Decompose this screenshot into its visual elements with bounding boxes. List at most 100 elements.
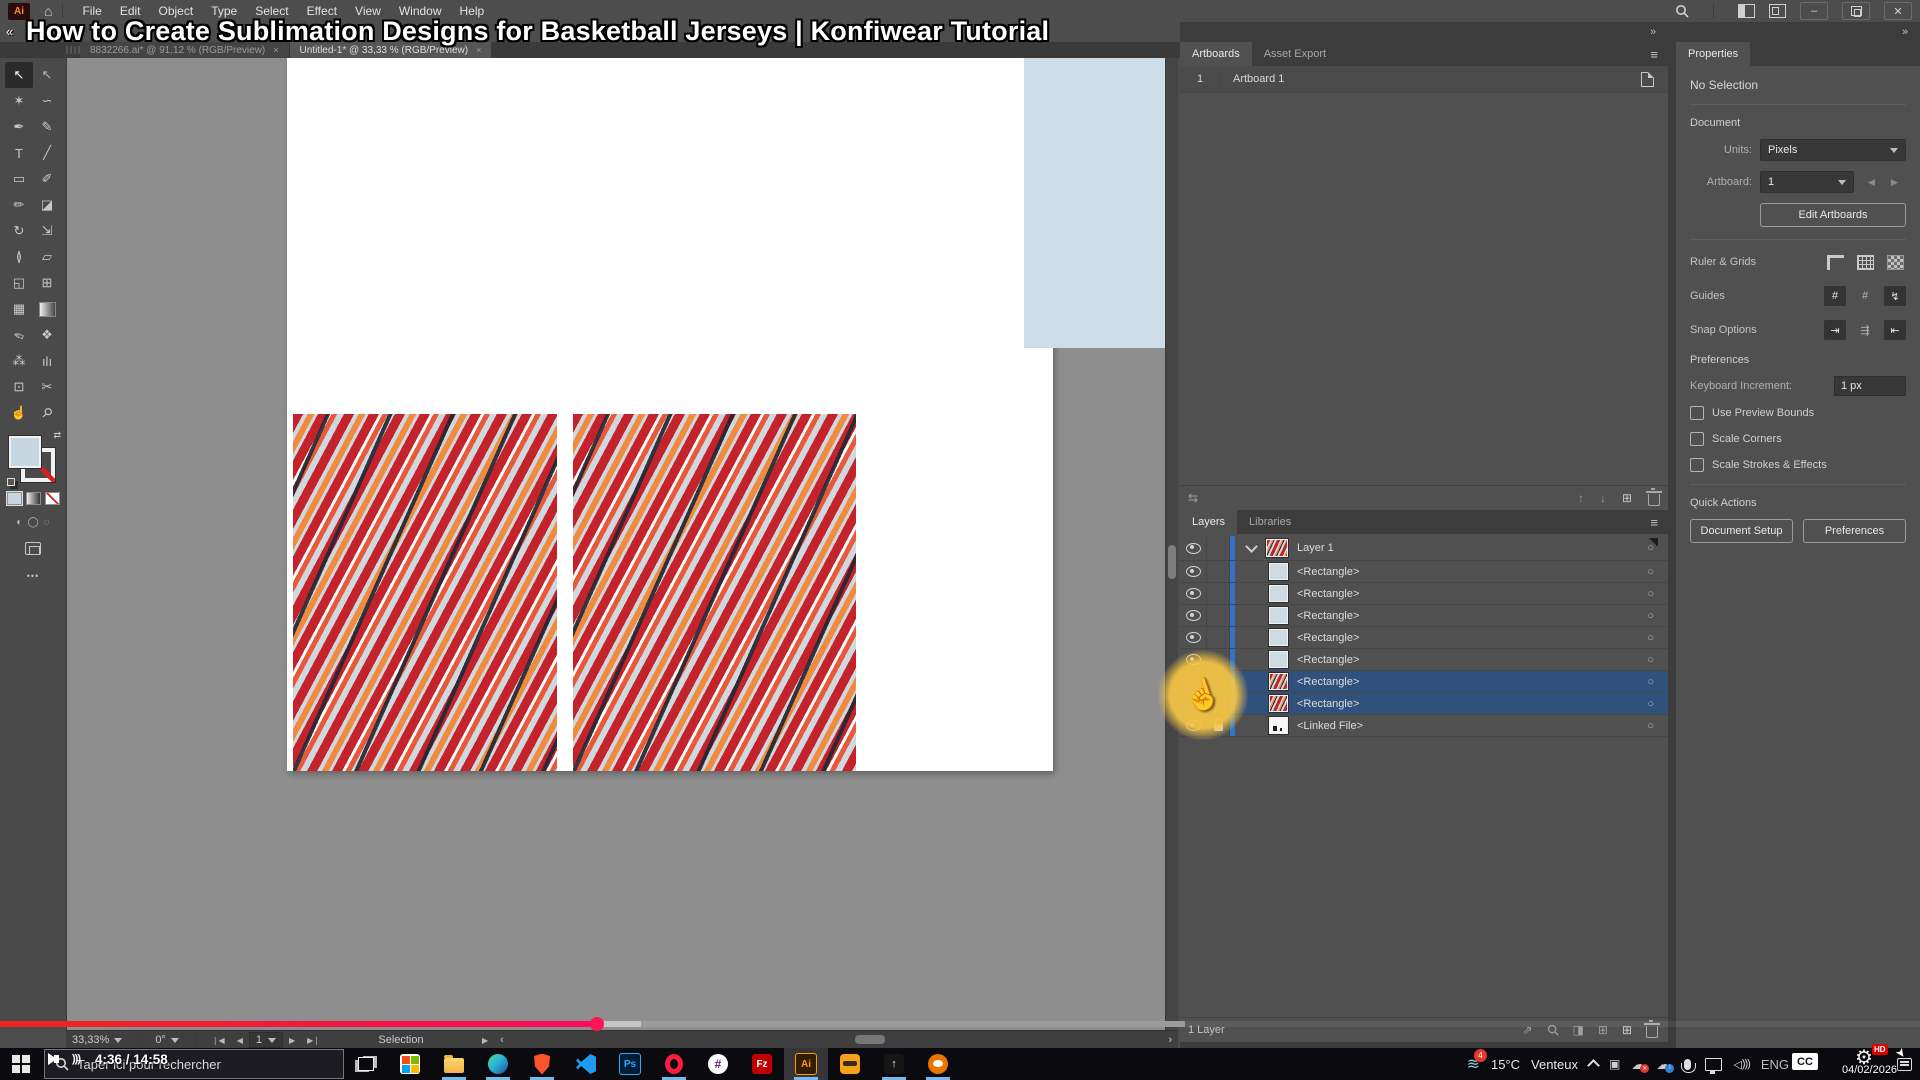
video-captions-button[interactable]: CC — [1792, 1053, 1818, 1070]
layer-row[interactable]: <Rectangle> ○ — [1180, 583, 1668, 605]
rearrange-artboards-icon[interactable]: ⇆ — [1188, 491, 1198, 505]
checkbox-icon[interactable] — [1690, 406, 1704, 420]
lock-toggle[interactable] — [1207, 561, 1230, 582]
target-circle-icon[interactable]: ○ — [1647, 588, 1654, 600]
layer-name[interactable]: <Rectangle> — [1297, 588, 1359, 600]
magic-wand-tool[interactable]: ✶ — [5, 88, 33, 114]
search-icon[interactable] — [1675, 4, 1689, 18]
edit-artboards-button[interactable]: Edit Artboards — [1760, 203, 1906, 227]
layer-row[interactable]: <Rectangle> ○ — [1180, 627, 1668, 649]
layer-row-selected[interactable]: <Rectangle> ○ — [1180, 671, 1668, 693]
selection-tool[interactable]: ↖ — [5, 62, 33, 88]
gradient-button[interactable] — [26, 492, 41, 505]
blend-tool[interactable]: ❖ — [33, 322, 61, 348]
tab-artboards[interactable]: Artboards — [1180, 42, 1252, 66]
target-circle-icon[interactable]: ○ — [1647, 698, 1654, 710]
vscode-button[interactable] — [564, 1048, 608, 1080]
video-progress-track-right[interactable] — [1185, 1021, 1920, 1027]
layer-name[interactable]: <Rectangle> — [1297, 610, 1359, 622]
shape-builder-tool[interactable]: ◱ — [5, 270, 33, 296]
weather-icon[interactable]: ≋4 — [1467, 1054, 1480, 1074]
video-volume-button[interactable]: ))) — [54, 1053, 80, 1065]
previous-artboard-button[interactable]: ◀ — [237, 1036, 243, 1045]
swap-fill-stroke-icon[interactable]: ⇄ — [53, 430, 61, 441]
scale-tool[interactable]: ⇲ — [33, 218, 61, 244]
column-graph-tool[interactable]: ılı — [33, 348, 61, 374]
filezilla-button[interactable]: Fz — [740, 1048, 784, 1080]
lock-toggle[interactable] — [1207, 605, 1230, 626]
visibility-toggle[interactable] — [1180, 561, 1207, 582]
layer-name[interactable]: <Rectangle> — [1297, 566, 1359, 578]
checkbox-icon[interactable] — [1690, 458, 1704, 472]
illustrator-taskbar-button[interactable]: Ai — [784, 1048, 828, 1080]
transparency-grid-icon[interactable] — [1884, 252, 1906, 272]
lock-toggle[interactable] — [1207, 583, 1230, 604]
layer-row[interactable]: <Rectangle> ○ — [1180, 561, 1668, 583]
minimize-button[interactable]: – — [1800, 2, 1828, 20]
expand-chevron-icon[interactable] — [1245, 540, 1258, 553]
show-hidden-icons-chevron[interactable] — [1587, 1059, 1600, 1072]
screen-record-tray-icon[interactable]: ▣ — [1609, 1057, 1620, 1071]
visibility-toggle[interactable] — [1180, 536, 1207, 560]
default-fill-stroke-icon[interactable] — [7, 478, 15, 486]
draw-inside-icon[interactable]: ◌ — [44, 517, 50, 528]
weather-temp[interactable]: 15°C — [1491, 1057, 1520, 1072]
rotation-angle[interactable]: 0° — [155, 1034, 179, 1046]
layer-name[interactable]: <Rectangle> — [1297, 676, 1359, 688]
artboard-navigation-select[interactable]: 1 — [249, 1032, 283, 1048]
layer-name[interactable]: <Linked File> — [1297, 720, 1363, 732]
snap-to-pixel-icon[interactable]: ⇤ — [1884, 320, 1906, 340]
edge-button[interactable] — [476, 1048, 520, 1080]
canvas[interactable] — [66, 58, 1178, 1030]
panel-menu-icon[interactable]: ≡ — [1650, 42, 1668, 66]
file-explorer-button[interactable] — [432, 1048, 476, 1080]
weather-desc[interactable]: Venteux — [1531, 1057, 1578, 1072]
next-artboard-button[interactable]: ▶ — [289, 1036, 295, 1045]
smart-guides-icon[interactable]: ↯ — [1884, 286, 1906, 306]
target-circle-icon[interactable]: ○ — [1647, 654, 1654, 666]
layer-name[interactable]: <Rectangle> — [1297, 698, 1359, 710]
move-down-icon[interactable]: ↓ — [1600, 491, 1606, 505]
draw-normal-icon[interactable]: ◐ — [16, 517, 22, 528]
last-artboard-button[interactable]: ▶❘ — [307, 1036, 320, 1045]
artboard-select[interactable]: 1 — [1760, 171, 1854, 193]
taskbar-date[interactable]: 04/02/2026 — [1842, 1064, 1897, 1076]
close-button[interactable]: ✕ — [1884, 2, 1912, 20]
document-setup-button[interactable]: Document Setup — [1690, 519, 1793, 543]
layer-row-parent[interactable]: Layer 1 ○ — [1180, 536, 1668, 561]
opera-button[interactable] — [652, 1048, 696, 1080]
direct-selection-tool[interactable]: ↖ — [33, 62, 61, 88]
use-preview-bounds-row[interactable]: Use Preview Bounds — [1690, 406, 1906, 420]
type-tool[interactable]: T — [5, 140, 33, 166]
preferences-button[interactable]: Preferences — [1803, 519, 1906, 543]
toolbag-button[interactable] — [828, 1048, 872, 1080]
edit-toolbar-icon[interactable]: ••• — [0, 571, 66, 581]
checkbox-icon[interactable] — [1690, 432, 1704, 446]
tab-properties[interactable]: Properties — [1676, 42, 1750, 66]
tab-layers[interactable]: Layers — [1180, 510, 1237, 534]
scale-strokes-effects-row[interactable]: Scale Strokes & Effects — [1690, 458, 1906, 472]
start-button[interactable] — [12, 1055, 30, 1073]
symbol-sprayer-tool[interactable]: ⁂ — [5, 348, 33, 374]
onedrive-error-icon[interactable]: ☁✕ — [1631, 1056, 1645, 1073]
microphone-tray-icon[interactable] — [1684, 1059, 1691, 1070]
move-up-icon[interactable]: ↑ — [1578, 491, 1584, 505]
artboard-row[interactable]: 1 Artboard 1 — [1180, 66, 1668, 93]
width-tool[interactable]: ≬ — [5, 244, 33, 270]
scroll-right-icon[interactable]: › — [1168, 1034, 1172, 1046]
delete-layer-icon[interactable] — [1646, 1026, 1658, 1038]
video-progress-playhead[interactable] — [590, 1017, 604, 1031]
first-artboard-button[interactable]: ❘◀ — [212, 1036, 225, 1045]
onedrive-info-icon[interactable]: ☁i — [1656, 1056, 1670, 1073]
layer-name[interactable]: <Rectangle> — [1297, 632, 1359, 644]
scroll-left-icon[interactable]: ‹ — [500, 1034, 504, 1046]
layer-row-selected[interactable]: <Rectangle> ○ — [1180, 693, 1668, 715]
workspace-switcher-icon[interactable] — [1769, 4, 1786, 18]
volume-tray-icon[interactable]: ◁))) — [1733, 1058, 1749, 1071]
delete-artboard-icon[interactable] — [1648, 494, 1660, 506]
perspective-grid-tool[interactable]: ⊞ — [33, 270, 61, 296]
fill-swatch[interactable] — [9, 436, 41, 468]
target-circle-icon[interactable]: ○ — [1647, 610, 1654, 622]
grid-icon[interactable] — [1854, 252, 1876, 272]
target-circle-icon[interactable]: ○ — [1647, 676, 1654, 688]
